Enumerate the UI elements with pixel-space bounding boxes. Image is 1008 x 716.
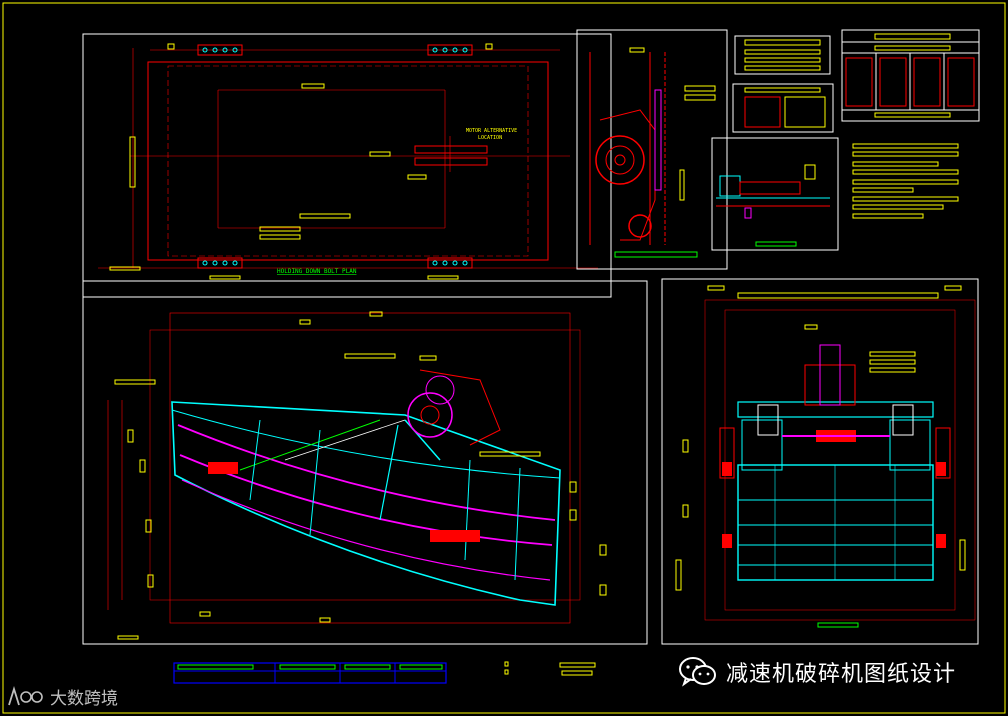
dashu-logo-icon — [8, 685, 43, 705]
view-small-detail — [711, 137, 839, 251]
watermark-text: 减速机破碎机图纸设计 — [726, 662, 957, 687]
corner-logo-text: 大数跨境 — [50, 689, 118, 709]
wechat-icon — [679, 657, 716, 687]
view-end-elevation — [661, 278, 979, 645]
view-drive-side — [576, 29, 728, 270]
plan-title: HOLDING DOWN BOLT PLAN — [277, 268, 357, 275]
cad-drawing-canvas: MOTOR ALTERNATIVE LOCATION HOLDING DOWN … — [2, 2, 1006, 714]
notes-list — [852, 143, 959, 219]
motor-note-line2: LOCATION — [478, 135, 502, 141]
motor-note-line1: MOTOR ALTERNATIVE — [466, 128, 517, 134]
view-bolt-plan: MOTOR ALTERNATIVE LOCATION HOLDING DOWN … — [82, 33, 612, 298]
view-side-elevation — [82, 280, 648, 645]
title-tables — [732, 29, 980, 133]
watermark: 减速机破碎机图纸设计 — [678, 654, 956, 690]
corner-logo: 大数跨境 — [6, 684, 118, 709]
title-strip — [173, 661, 596, 684]
